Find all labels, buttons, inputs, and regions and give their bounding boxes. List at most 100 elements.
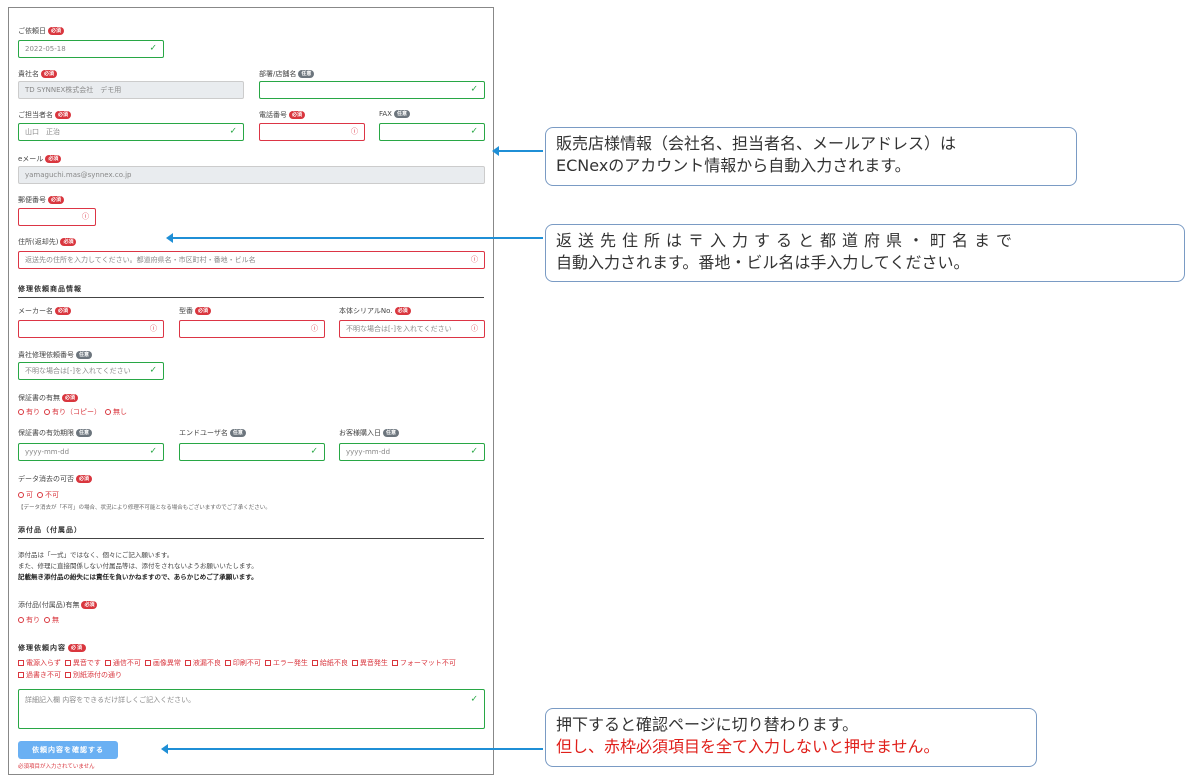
callout-account-line2: ECNexのアカウント情報から自動入力されます。: [556, 156, 911, 175]
check-icon: ✓: [470, 126, 478, 137]
check-icon: ✓: [470, 694, 478, 705]
error-icon: ⓘ: [471, 255, 478, 264]
callout-arrow-address: [166, 233, 543, 243]
fax-input[interactable]: ✓: [379, 123, 485, 141]
repair-option-checkbox[interactable]: 通信不可: [104, 658, 141, 668]
purchase-date-input[interactable]: yyyy-mm-dd ✓: [339, 443, 485, 461]
purchase-date-label: お客様購入日 任意: [339, 428, 400, 438]
submit-error-note: 必須項目が入力されていません: [18, 764, 95, 770]
required-badge: 必須: [289, 111, 306, 119]
repair-no-input[interactable]: 不明な場合は[-]を入れてください ✓: [18, 362, 164, 380]
warranty-period-input[interactable]: yyyy-mm-dd ✓: [18, 443, 164, 461]
company-field: TD SYNNEX株式会社 デモ用: [18, 81, 244, 99]
request-date-label: ご依頼日 必須: [18, 26, 65, 36]
repair-option-checkbox[interactable]: 別紙添付の通り: [65, 670, 122, 680]
required-badge: 必須: [55, 111, 72, 119]
accessory-note-2: また、修理に直接関係しない付属品等は、添付をされないようお願いいたします。: [18, 562, 258, 570]
warranty-radio-none[interactable]: 無し: [105, 407, 127, 417]
check-icon: ✓: [310, 446, 318, 457]
data-erase-radio-yes[interactable]: 可: [18, 490, 33, 500]
postal-input[interactable]: ⓘ: [18, 208, 96, 226]
model-label: 型番 必須: [179, 306, 212, 316]
check-icon: ✓: [229, 126, 237, 137]
required-badge: 必須: [195, 307, 212, 315]
optional-badge: 任意: [393, 110, 410, 118]
postal-label: 郵便番号 必須: [18, 195, 65, 205]
callout-address-line1: 返送先住所は〒入力すると都道府県・町名まで: [556, 231, 1019, 250]
repair-option-checkbox[interactable]: 液漏不良: [184, 658, 221, 668]
warranty-radio-yes[interactable]: 有り: [18, 407, 40, 417]
model-input[interactable]: ⓘ: [179, 320, 325, 338]
repair-no-label: 貴社修理依頼番号 任意: [18, 350, 93, 360]
maker-input[interactable]: ⓘ: [18, 320, 164, 338]
optional-badge: 任意: [383, 429, 400, 437]
required-badge: 必須: [62, 394, 79, 402]
fax-label: FAX 任意: [379, 110, 410, 118]
repair-request-form: ご依頼日 必須 2022-05-18 ✓ 貴社名 必須 TD SYNNEX株式会社 デ…: [8, 7, 494, 775]
data-erase-label: データ消去の可否 必須: [18, 474, 93, 484]
error-icon: ⓘ: [150, 324, 157, 333]
warranty-radio-group: 有り 有り（コピー） 無し: [18, 407, 127, 417]
warranty-label: 保証書の有無 必須: [18, 393, 79, 403]
serial-label: 本体シリアルNo. 必須: [339, 306, 411, 316]
check-icon: ✓: [470, 446, 478, 457]
error-icon: ⓘ: [351, 127, 358, 136]
callout-address-line2: 自動入力されます。番地・ビル名は手入力してください。: [556, 253, 970, 272]
department-label: 部署/店舗名 任意: [259, 69, 315, 79]
repair-option-checkbox[interactable]: 画像異常: [144, 658, 181, 668]
accessory-radio-group: 有り 無: [18, 615, 59, 625]
check-icon: ✓: [149, 446, 157, 457]
required-badge: 必須: [76, 475, 93, 483]
accessory-section-title: 添付品（付属品）: [18, 525, 484, 539]
repair-option-checkbox[interactable]: 電源入らず: [18, 658, 61, 668]
repair-option-checkbox[interactable]: 給紙不良: [311, 658, 348, 668]
optional-badge: 任意: [298, 70, 315, 78]
data-erase-radio-group: 可 不可: [18, 490, 59, 500]
accessory-note-1: 添付品は「一式」ではなく、個々にご記入願います。: [18, 551, 174, 559]
address-label: 住所(返却先) 必須: [18, 237, 77, 247]
callout-submit: 押下すると確認ページに切り替わります。 但し、赤枠必須項目を全て入力しないと押せ…: [545, 708, 1037, 767]
repair-option-checkbox[interactable]: フォーマット不可: [391, 658, 456, 668]
data-erase-radio-no[interactable]: 不可: [37, 490, 59, 500]
repair-section-title: 修理依頼内容 必須: [18, 643, 87, 653]
error-icon: ⓘ: [82, 212, 89, 221]
callout-account-info: 販売店様情報（会社名、担当者名、メールアドレス）は ECNexのアカウント情報か…: [545, 127, 1077, 186]
repair-option-checkbox[interactable]: エラー発生: [264, 658, 308, 668]
repair-detail-textarea[interactable]: 詳細記入欄 内容をできるだけ詳しくご記入ください。 ✓: [18, 689, 485, 729]
required-badge: 必須: [41, 70, 58, 78]
product-section-title: 修理依頼商品情報: [18, 284, 484, 298]
accessory-note-3: 記載無き添付品の紛失には責任を負いかねますので、あらかじめご了承願います。: [18, 573, 258, 581]
callout-submit-line1: 押下すると確認ページに切り替わります。: [556, 715, 859, 734]
repair-option-checkbox[interactable]: 異音発生: [351, 658, 388, 668]
serial-input[interactable]: 不明な場合は[-]を入れてください ⓘ: [339, 320, 485, 338]
required-badge: 必須: [45, 155, 62, 163]
check-icon: ✓: [149, 43, 157, 54]
required-badge: 必須: [68, 644, 87, 652]
callout-submit-line2: 但し、赤枠必須項目を全て入力しないと押せません。: [556, 737, 940, 756]
check-icon: ✓: [470, 84, 478, 95]
contact-label: ご担当者名 必須: [18, 110, 72, 120]
check-icon: ✓: [149, 365, 157, 376]
callout-arrow-submit: [161, 744, 543, 754]
repair-option-checkbox[interactable]: 過書き不可: [18, 670, 61, 680]
maker-label: メーカー名 必須: [18, 306, 72, 316]
contact-input[interactable]: 山口 正治 ✓: [18, 123, 244, 141]
address-input[interactable]: 返送先の住所を入力してください。都道府県名・市区町村・番地・ビル名 ⓘ: [18, 251, 485, 269]
required-badge: 必須: [55, 307, 72, 315]
warranty-radio-copy[interactable]: 有り（コピー）: [44, 407, 101, 417]
department-input[interactable]: ✓: [259, 81, 485, 99]
phone-input[interactable]: ⓘ: [259, 123, 365, 141]
end-user-label: エンドユーザ名 任意: [179, 428, 246, 438]
accessory-presence-label: 添付品(付属品)有無 必須: [18, 600, 98, 610]
repair-option-checkbox[interactable]: 異音です: [64, 658, 101, 668]
company-label: 貴社名 必須: [18, 69, 58, 79]
end-user-input[interactable]: ✓: [179, 443, 325, 461]
repair-checkbox-group: 電源入らず 異音です 通信不可 画像異常 液漏不良 印刷不可 エラー発生 給紙不…: [18, 658, 478, 680]
repair-option-checkbox[interactable]: 印刷不可: [224, 658, 261, 668]
accessory-radio-yes[interactable]: 有り: [18, 615, 40, 625]
optional-badge: 任意: [76, 429, 93, 437]
accessory-radio-no[interactable]: 無: [44, 615, 59, 625]
request-date-input[interactable]: 2022-05-18 ✓: [18, 40, 164, 58]
confirm-submit-button[interactable]: 依頼内容を確認する: [18, 741, 118, 759]
required-badge: 必須: [60, 238, 77, 246]
